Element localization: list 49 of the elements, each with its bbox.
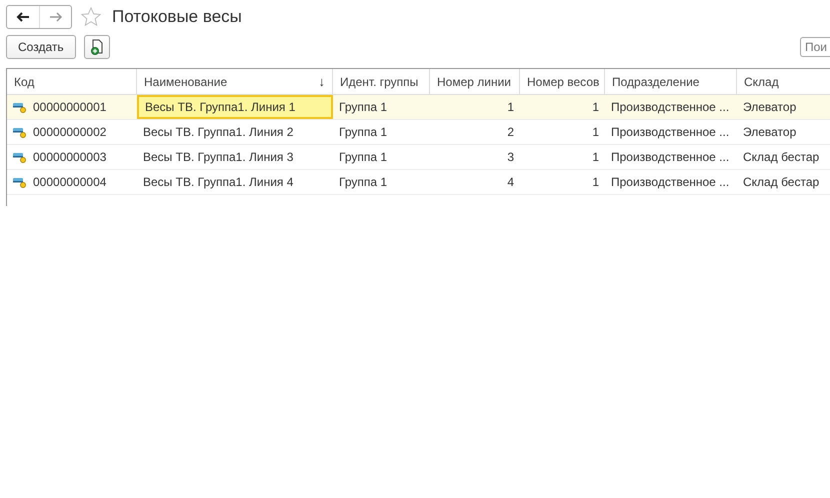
table-cell: 00000000004 bbox=[7, 170, 137, 194]
catalog-item-icon bbox=[13, 101, 27, 113]
column-header[interactable]: Наименование ↓ bbox=[137, 69, 333, 94]
table-cell-text: 1 bbox=[591, 124, 600, 141]
table-cell-text: Производственное ... bbox=[610, 124, 730, 141]
table-cell-text: Группа 1 bbox=[338, 124, 388, 141]
column-header[interactable]: Идент. группы bbox=[333, 69, 430, 94]
create-copy-button[interactable] bbox=[84, 35, 110, 59]
table-cell-text: Элеватор bbox=[742, 99, 798, 116]
table-cell-text: 1 bbox=[591, 174, 600, 191]
table-cell-text: Элеватор bbox=[742, 124, 798, 141]
create-button[interactable]: Создать bbox=[6, 35, 76, 59]
table-cell: 00000000002 bbox=[7, 120, 137, 144]
table-cell-text: Производственное ... bbox=[610, 174, 730, 191]
table-row[interactable]: 00000000001 Весы ТВ. Группа1. Линия 1 Группа 1 1 1 Производственное ... Элеватор bbox=[7, 95, 830, 120]
forward-arrow-icon bbox=[48, 12, 62, 22]
table-cell-text: Группа 1 bbox=[338, 99, 388, 116]
table-cell-text: 1 bbox=[591, 149, 600, 166]
column-header[interactable]: Код bbox=[7, 69, 137, 94]
catalog-item-icon bbox=[13, 151, 27, 163]
table-cell-text: Производственное ... bbox=[610, 149, 730, 166]
catalog-item-icon bbox=[13, 176, 27, 188]
column-header[interactable]: Подразделение bbox=[605, 69, 737, 94]
back-arrow-icon bbox=[16, 12, 30, 22]
table-cell-text: Группа 1 bbox=[338, 149, 388, 166]
column-header[interactable]: Склад bbox=[737, 69, 830, 94]
catalog-item-icon bbox=[13, 126, 27, 138]
table-cell-text: 4 bbox=[506, 174, 515, 191]
search-field[interactable]: Пои bbox=[800, 37, 830, 57]
column-header[interactable]: Номер линии bbox=[430, 69, 520, 94]
table-cell-text: 1 bbox=[591, 99, 600, 116]
table-cell-text: 2 bbox=[506, 124, 515, 141]
column-header[interactable]: Номер весов bbox=[520, 69, 605, 94]
table-cell-text: 3 bbox=[506, 149, 515, 166]
sort-indicator: ↓ bbox=[318, 74, 325, 89]
document-add-icon bbox=[90, 39, 104, 55]
window-title: Потоковые весы bbox=[112, 7, 242, 27]
table-cell-text: Склад бестар bbox=[742, 149, 820, 166]
table-cell-text: 1 bbox=[506, 99, 515, 116]
table-cell-text: Склад бестар bbox=[742, 174, 820, 191]
table-cell-text: Весы ТВ. Группа1. Линия 3 bbox=[142, 149, 294, 166]
table-cell: Весы ТВ. Группа1. Линия 1 bbox=[137, 95, 333, 119]
table-cell-text: Производственное ... bbox=[610, 99, 730, 116]
table-cell-text: Весы ТВ. Группа1. Линия 2 bbox=[142, 124, 294, 141]
table-cell: 00000000001 bbox=[7, 95, 137, 119]
favorite-star-icon[interactable] bbox=[80, 6, 102, 28]
table-cell-text: Весы ТВ. Группа1. Линия 4 bbox=[142, 174, 294, 191]
table-cell-text: Группа 1 bbox=[338, 174, 388, 191]
table-cell: 00000000003 bbox=[7, 145, 137, 169]
